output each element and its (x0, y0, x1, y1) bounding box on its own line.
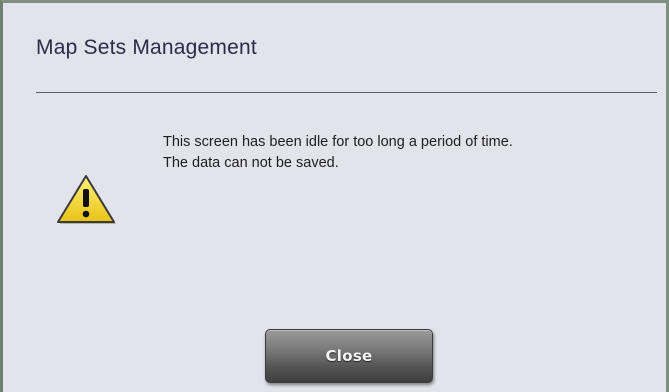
message-line: The data can not be saved. (163, 155, 339, 171)
dialog-message: This screen has been idle for too long a… (163, 132, 513, 174)
title-divider (36, 92, 657, 93)
close-button[interactable]: Close (265, 329, 433, 383)
warning-icon (57, 175, 116, 224)
dialog-title: Map Sets Management (36, 36, 257, 59)
session-timeout-dialog: Map Sets Management This screen has been… (0, 0, 669, 392)
message-line: This screen has been idle for too long a… (163, 134, 513, 150)
close-button-label: Close (325, 347, 373, 365)
